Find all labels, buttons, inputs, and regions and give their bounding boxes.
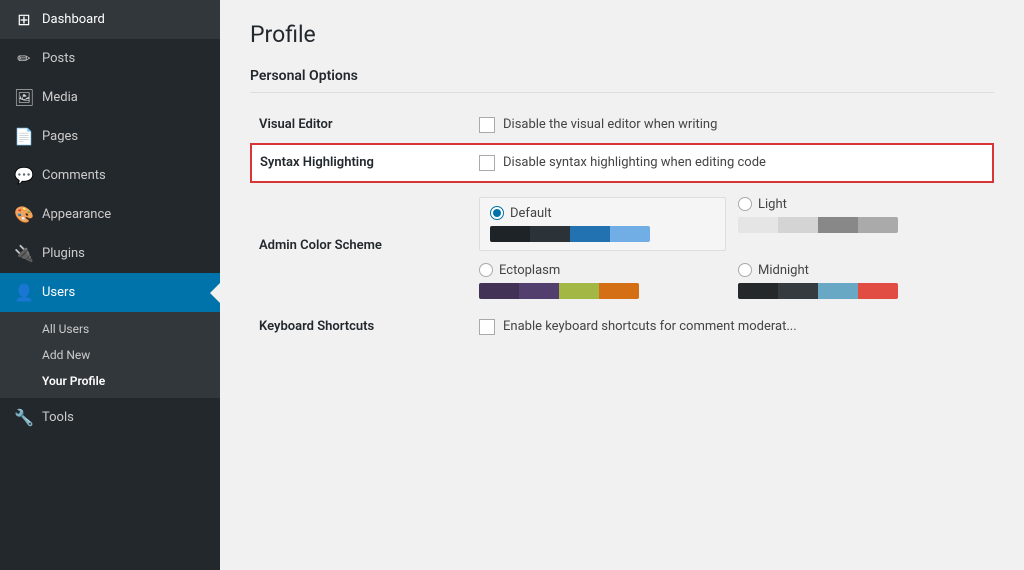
sidebar-item-comments[interactable]: 💬 Comments	[0, 156, 220, 195]
keyboard-shortcuts-label: Keyboard Shortcuts	[251, 309, 471, 345]
color-scheme-ectoplasm-label: Ectoplasm	[499, 263, 560, 278]
submenu-all-users[interactable]: All Users	[0, 316, 220, 342]
options-table: Visual Editor Disable the visual editor …	[250, 107, 994, 345]
submenu-your-profile[interactable]: Your Profile	[0, 368, 220, 394]
page-title: Profile	[250, 20, 994, 50]
color-scheme-options: Default	[479, 197, 985, 299]
sidebar-item-posts[interactable]: ✏ Posts	[0, 39, 220, 78]
color-scheme-default[interactable]: Default	[479, 197, 726, 251]
tools-icon: 🔧	[14, 408, 34, 427]
media-icon: 🖼	[14, 88, 34, 107]
syntax-highlighting-label: Syntax Highlighting	[251, 144, 471, 182]
color-scheme-midnight-label: Midnight	[758, 263, 809, 278]
sidebar-item-label: Posts	[42, 51, 75, 66]
sidebar-item-users[interactable]: 👤 Users	[0, 273, 220, 312]
sidebar-item-label: Pages	[42, 129, 78, 144]
radio-midnight[interactable]	[738, 263, 752, 277]
midnight-swatches	[738, 283, 898, 299]
sidebar-item-label: Plugins	[42, 246, 85, 261]
color-scheme-light[interactable]: Light	[738, 197, 985, 251]
syntax-highlighting-checkbox-label: Disable syntax highlighting when editing…	[503, 155, 766, 170]
keyboard-shortcuts-checkbox-label: Enable keyboard shortcuts for comment mo…	[503, 319, 797, 334]
sidebar-item-label: Appearance	[42, 207, 111, 222]
ectoplasm-swatches	[479, 283, 639, 299]
dashboard-icon: ⊞	[14, 10, 34, 29]
keyboard-shortcuts-row: Keyboard Shortcuts Enable keyboard short…	[251, 309, 993, 345]
syntax-highlighting-checkbox-wrapper: Disable syntax highlighting when editing…	[479, 155, 984, 171]
sidebar-item-label: Comments	[42, 168, 106, 183]
syntax-highlighting-row: Syntax Highlighting Disable syntax highl…	[251, 144, 993, 182]
color-scheme-label: Admin Color Scheme	[251, 182, 471, 309]
visual-editor-checkbox[interactable]	[479, 117, 495, 133]
users-submenu: All Users Add New Your Profile	[0, 312, 220, 398]
color-scheme-light-label: Light	[758, 197, 787, 212]
sidebar-item-label: Dashboard	[42, 12, 105, 27]
sidebar-item-label: Tools	[42, 410, 74, 425]
color-scheme-row: Admin Color Scheme Default	[251, 182, 993, 309]
light-swatches	[738, 217, 898, 233]
color-scheme-ectoplasm[interactable]: Ectoplasm	[479, 263, 726, 299]
sidebar-item-tools[interactable]: 🔧 Tools	[0, 398, 220, 437]
sidebar-item-dashboard[interactable]: ⊞ Dashboard	[0, 0, 220, 39]
users-icon: 👤	[14, 283, 34, 302]
sidebar-item-plugins[interactable]: 🔌 Plugins	[0, 234, 220, 273]
radio-light[interactable]	[738, 197, 752, 211]
color-scheme-default-label: Default	[510, 206, 552, 221]
pages-icon: 📄	[14, 127, 34, 146]
sidebar-item-label: Media	[42, 90, 78, 105]
visual-editor-checkbox-wrapper: Disable the visual editor when writing	[479, 117, 985, 133]
syntax-highlighting-checkbox[interactable]	[479, 155, 495, 171]
default-swatches	[490, 226, 650, 242]
comments-icon: 💬	[14, 166, 34, 185]
appearance-icon: 🎨	[14, 205, 34, 224]
section-title: Personal Options	[250, 68, 994, 93]
radio-default[interactable]	[490, 206, 504, 220]
color-scheme-midnight[interactable]: Midnight	[738, 263, 985, 299]
visual-editor-label: Visual Editor	[251, 107, 471, 144]
main-content: Profile Personal Options Visual Editor D…	[220, 0, 1024, 570]
sidebar-item-label: Users	[42, 285, 75, 300]
sidebar: ⊞ Dashboard ✏ Posts 🖼 Media 📄 Pages 💬 Co…	[0, 0, 220, 570]
posts-icon: ✏	[14, 49, 34, 68]
sidebar-item-pages[interactable]: 📄 Pages	[0, 117, 220, 156]
visual-editor-checkbox-label: Disable the visual editor when writing	[503, 117, 717, 132]
keyboard-shortcuts-checkbox[interactable]	[479, 319, 495, 335]
keyboard-shortcuts-checkbox-wrapper: Enable keyboard shortcuts for comment mo…	[479, 319, 985, 335]
radio-ectoplasm[interactable]	[479, 263, 493, 277]
plugins-icon: 🔌	[14, 244, 34, 263]
sidebar-item-appearance[interactable]: 🎨 Appearance	[0, 195, 220, 234]
sidebar-item-media[interactable]: 🖼 Media	[0, 78, 220, 117]
submenu-add-new[interactable]: Add New	[0, 342, 220, 368]
visual-editor-row: Visual Editor Disable the visual editor …	[251, 107, 993, 144]
